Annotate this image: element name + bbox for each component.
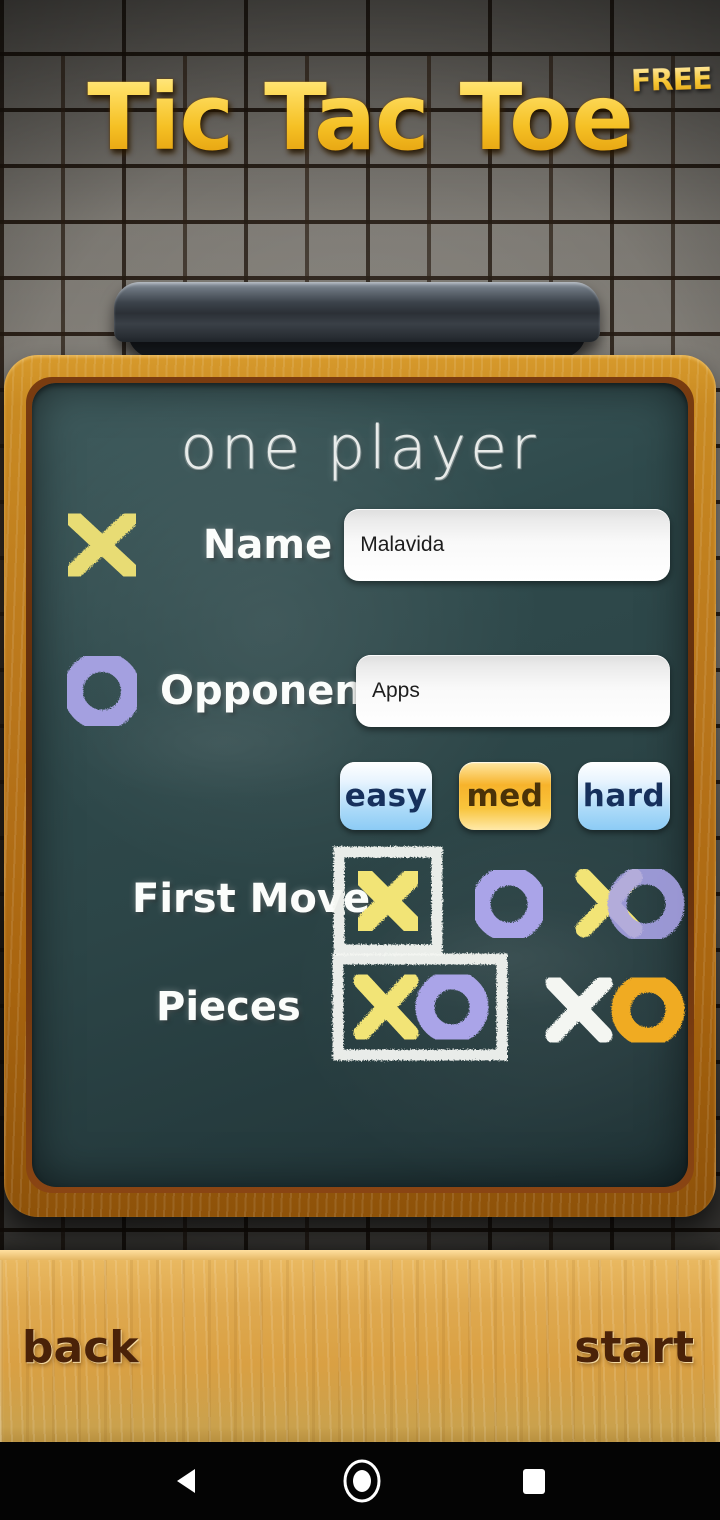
opponent-input-value: Apps (372, 679, 420, 702)
bottom-wooden-shelf: back start (0, 1250, 720, 1442)
app-screen: Tic Tac Toe FREE one player Name Malavid… (0, 0, 720, 1520)
chalkboard-surface: one player Name Malavida Opponent Apps e… (32, 383, 688, 1187)
opponent-row: Opponent Apps (54, 645, 670, 737)
chalk-xo-yellow-purple-icon (353, 970, 489, 1044)
name-label: Name (202, 522, 333, 568)
name-input[interactable]: Malavida (344, 509, 670, 581)
android-navigation-bar (0, 1442, 720, 1520)
opponent-label: Opponent (160, 668, 382, 714)
first-move-option-random[interactable] (568, 857, 688, 951)
pieces-row: Pieces (132, 953, 688, 1065)
difficulty-button-hard[interactable]: hard (578, 762, 670, 830)
name-input-value: Malavida (360, 533, 445, 556)
opponent-input[interactable]: Apps (356, 655, 670, 727)
back-button[interactable]: back (22, 1324, 139, 1372)
app-title: Tic Tac Toe (87, 62, 634, 174)
chalk-x-icon (54, 499, 150, 591)
name-row: Name Malavida (54, 499, 670, 591)
difficulty-hard-label: hard (582, 778, 666, 814)
difficulty-selector: easy med hard (340, 762, 670, 830)
pieces-option-yellow-purple[interactable] (330, 951, 510, 1063)
first-move-option-o[interactable] (464, 859, 554, 949)
difficulty-med-label: med (466, 778, 544, 814)
app-title-area: Tic Tac Toe FREE (0, 62, 720, 192)
chalkboard-frame: one player Name Malavida Opponent Apps e… (4, 355, 716, 1217)
pieces-option-white-orange[interactable] (532, 961, 688, 1061)
free-badge: FREE (630, 61, 713, 100)
shelf-lip (0, 1250, 720, 1260)
nav-back-icon[interactable] (171, 1464, 205, 1498)
nav-recents-icon[interactable] (519, 1466, 549, 1496)
difficulty-easy-label: easy (344, 778, 428, 814)
nav-home-icon[interactable] (339, 1458, 385, 1504)
first-move-option-x[interactable] (330, 843, 446, 959)
chalk-x-icon (353, 866, 423, 936)
first-move-row: First Move (132, 846, 688, 956)
chalk-xo-random-icon (575, 865, 685, 943)
chalk-xo-white-orange-icon (545, 973, 685, 1047)
pieces-label: Pieces (156, 984, 301, 1030)
chalkboard-eraser-icon (114, 282, 600, 342)
difficulty-button-med[interactable]: med (459, 762, 551, 830)
difficulty-button-easy[interactable]: easy (340, 762, 432, 830)
start-button[interactable]: start (574, 1324, 694, 1372)
chalk-o-icon (54, 645, 150, 737)
page-title: one player (180, 413, 540, 483)
chalk-o-icon (471, 866, 547, 942)
